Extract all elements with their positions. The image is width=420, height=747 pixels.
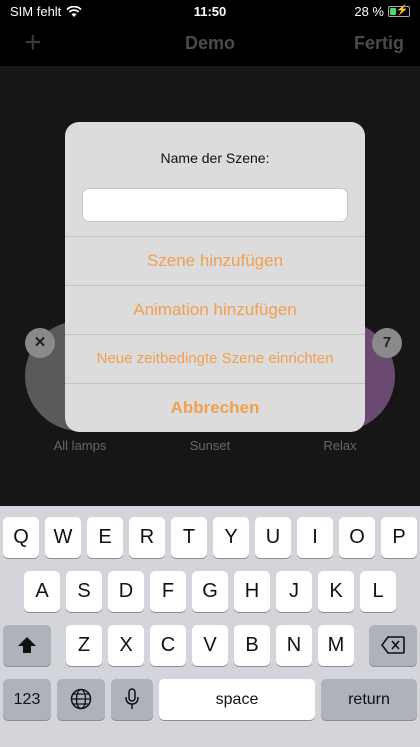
key-b[interactable]: B xyxy=(234,625,270,666)
key-i[interactable]: I xyxy=(297,517,333,558)
backspace-icon xyxy=(381,636,405,654)
key-t[interactable]: T xyxy=(171,517,207,558)
dictation-key[interactable] xyxy=(111,679,153,720)
scene-label-all-lamps: All lamps xyxy=(53,438,107,453)
key-l[interactable]: L xyxy=(360,571,396,612)
key-p[interactable]: P xyxy=(381,517,417,558)
key-f[interactable]: F xyxy=(150,571,186,612)
key-e[interactable]: E xyxy=(87,517,123,558)
scene-name-input[interactable] xyxy=(82,188,348,222)
key-j[interactable]: J xyxy=(276,571,312,612)
numbers-key[interactable]: 123 xyxy=(3,679,51,720)
app-screen: SIM fehlt 11:50 28 % ⚡ + Demo Fertig All… xyxy=(0,0,420,747)
globe-icon xyxy=(70,688,92,710)
key-k[interactable]: K xyxy=(318,571,354,612)
key-o[interactable]: O xyxy=(339,517,375,558)
key-h[interactable]: H xyxy=(234,571,270,612)
done-button[interactable]: Fertig xyxy=(354,33,404,54)
key-d[interactable]: D xyxy=(108,571,144,612)
key-r[interactable]: R xyxy=(129,517,165,558)
space-key[interactable]: space xyxy=(159,679,315,720)
scene-label-sunset: Sunset xyxy=(189,438,231,453)
key-m[interactable]: M xyxy=(318,625,354,666)
alert-title: Name der Szene: xyxy=(160,150,270,166)
key-q[interactable]: Q xyxy=(3,517,39,558)
battery-group: 28 % ⚡ xyxy=(354,4,410,19)
scene-count-badge: 7 xyxy=(372,328,402,358)
return-key[interactable]: return xyxy=(321,679,417,720)
battery-icon: ⚡ xyxy=(388,5,410,17)
add-scene-option[interactable]: Szene hinzufügen xyxy=(65,236,365,285)
key-v[interactable]: V xyxy=(192,625,228,666)
scene-name-alert: Name der Szene: Szene hinzufügen Animati… xyxy=(65,122,365,432)
shift-key[interactable] xyxy=(3,625,51,666)
key-y[interactable]: Y xyxy=(213,517,249,558)
key-g[interactable]: G xyxy=(192,571,228,612)
key-u[interactable]: U xyxy=(255,517,291,558)
status-bar: SIM fehlt 11:50 28 % ⚡ xyxy=(0,0,420,22)
charging-bolt-icon: ⚡ xyxy=(396,5,409,16)
globe-key[interactable] xyxy=(57,679,105,720)
key-z[interactable]: Z xyxy=(66,625,102,666)
microphone-icon xyxy=(125,688,139,709)
shift-arrow-icon xyxy=(18,637,36,653)
add-animation-option[interactable]: Animation hinzufügen xyxy=(65,285,365,334)
key-x[interactable]: X xyxy=(108,625,144,666)
key-c[interactable]: C xyxy=(150,625,186,666)
backspace-key[interactable] xyxy=(369,625,417,666)
keyboard: Q W E R T Y U I O P A S D F G H J K L Z … xyxy=(0,506,420,747)
battery-percent: 28 % xyxy=(354,4,384,19)
key-w[interactable]: W xyxy=(45,517,81,558)
navigation-bar: + Demo Fertig xyxy=(0,22,420,66)
cancel-button[interactable]: Abbrechen xyxy=(65,383,365,432)
add-timed-scene-option[interactable]: Neue zeitbedingte Szene einrichten xyxy=(65,334,365,383)
delete-scene-badge[interactable]: ✕ xyxy=(25,328,55,358)
scene-label-relax: Relax xyxy=(323,438,357,453)
key-n[interactable]: N xyxy=(276,625,312,666)
key-s[interactable]: S xyxy=(66,571,102,612)
key-a[interactable]: A xyxy=(24,571,60,612)
